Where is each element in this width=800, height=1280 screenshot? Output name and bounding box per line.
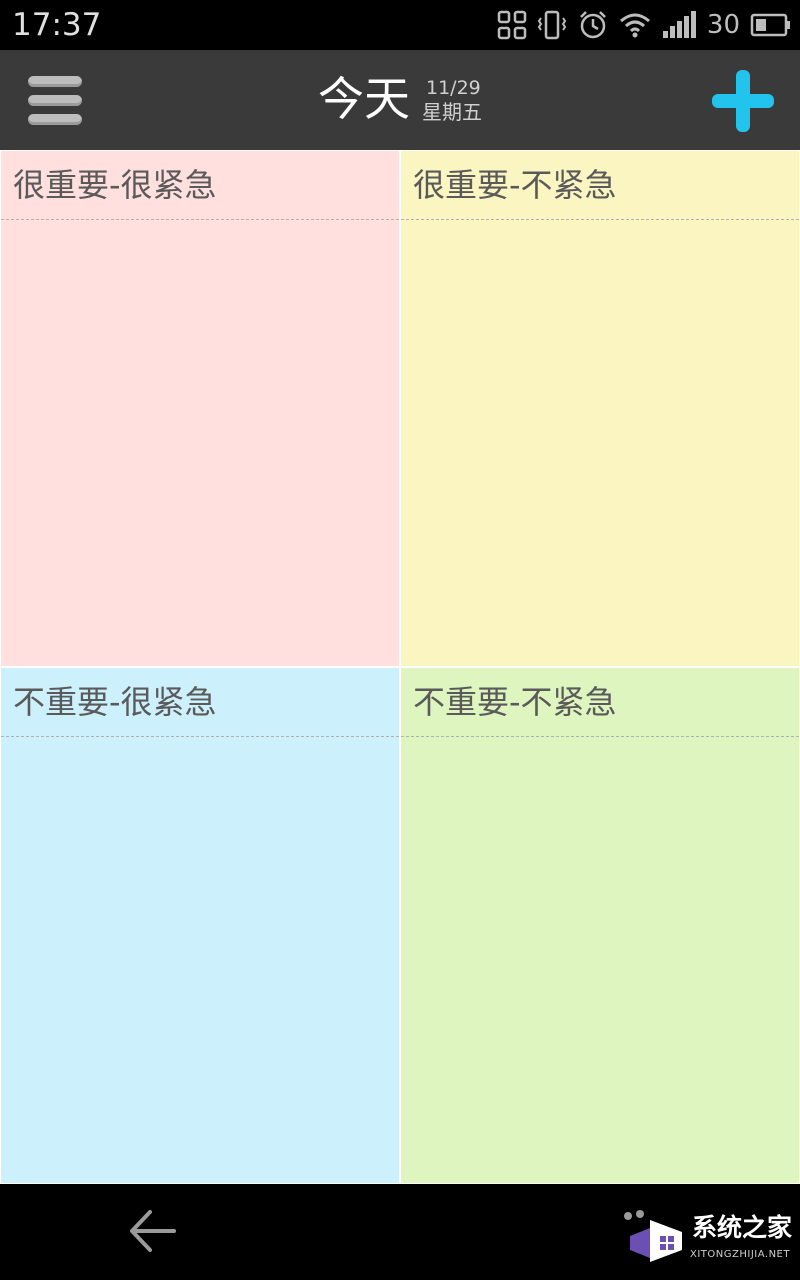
nfc-icon	[497, 10, 527, 40]
battery-icon	[750, 13, 790, 37]
quadrant-label: 不重要-很紧急	[13, 683, 217, 721]
plus-vertical	[736, 70, 750, 132]
quadrant-grid: 很重要-很紧急 很重要-不紧急 不重要-很紧急 不重要-不紧急	[0, 150, 800, 1184]
watermark-logo-icon	[624, 1210, 682, 1262]
title-weekday: 星期五	[422, 100, 482, 124]
page-title: 今天	[318, 72, 410, 126]
quadrant-not-important-not-urgent[interactable]: 不重要-不紧急	[401, 668, 799, 1183]
menu-line	[28, 76, 82, 87]
back-arrow-icon[interactable]	[124, 1206, 180, 1256]
quadrant-not-important-urgent[interactable]: 不重要-很紧急	[1, 668, 399, 1183]
quadrant-label: 很重要-不紧急	[413, 166, 617, 204]
alarm-icon	[580, 11, 606, 39]
watermark-subtext: XITONGZHIJIA.NET	[690, 1249, 790, 1260]
quadrant-important-not-urgent[interactable]: 很重要-不紧急	[401, 151, 799, 666]
status-icons: 30	[497, 6, 792, 44]
vibrate-icon	[537, 10, 567, 40]
status-bar: 17:37 30	[0, 0, 800, 50]
wifi-icon	[619, 13, 650, 38]
battery-level: 30	[706, 10, 740, 40]
quadrant-header: 不重要-很紧急	[1, 668, 399, 737]
quadrant-label: 不重要-不紧急	[413, 683, 617, 721]
quadrant-header: 很重要-不紧急	[401, 151, 799, 220]
quadrant-header: 很重要-很紧急	[1, 151, 399, 220]
menu-line	[28, 114, 82, 125]
status-time: 17:37	[12, 7, 102, 43]
nav-bar: 系统之家 XITONGZHIJIA.NET	[0, 1184, 800, 1280]
hamburger-menu-icon[interactable]	[26, 72, 84, 128]
watermark: 系统之家 XITONGZHIJIA.NET	[620, 1204, 796, 1274]
title-date: 11/29	[426, 77, 481, 99]
watermark-text: 系统之家	[692, 1213, 793, 1242]
quadrant-label: 很重要-很紧急	[13, 166, 217, 204]
quadrant-important-urgent[interactable]: 很重要-很紧急	[1, 151, 399, 666]
menu-line	[28, 95, 82, 106]
signal-icon	[662, 11, 696, 38]
action-bar: 今天 11/29 星期五	[0, 50, 800, 150]
quadrant-header: 不重要-不紧急	[401, 668, 799, 737]
plus-icon[interactable]	[712, 70, 774, 132]
